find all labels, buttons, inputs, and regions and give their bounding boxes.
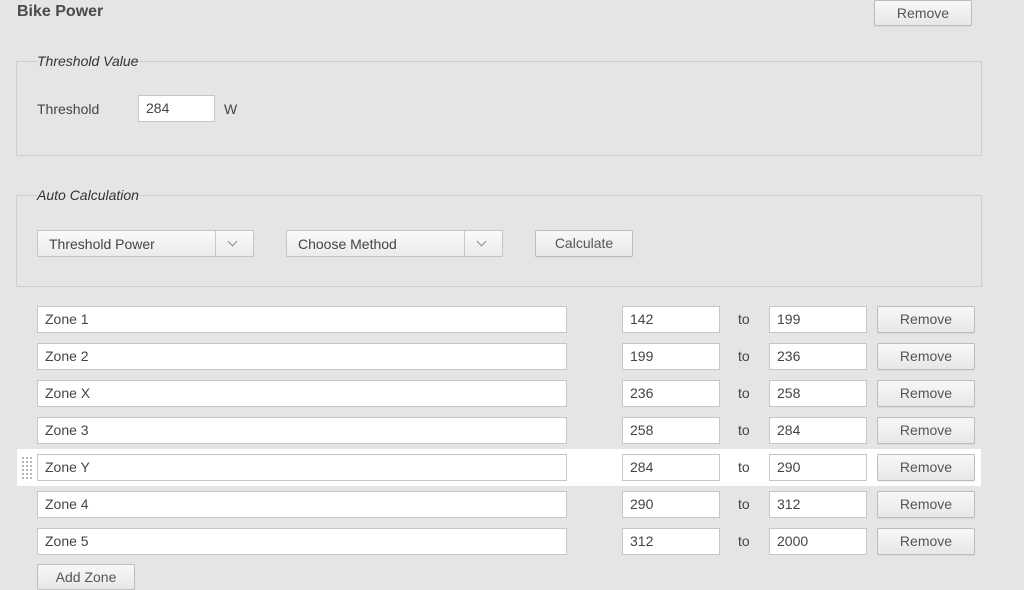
zone-to-label: to <box>738 422 750 438</box>
zone-to-label: to <box>738 385 750 401</box>
zone-to-label: to <box>738 459 750 475</box>
zone-to-input[interactable]: 2000 <box>769 528 867 555</box>
zone-row: Zone 2 199 to 236 Remove <box>17 338 981 375</box>
zone-row: Zone X 236 to 258 Remove <box>17 375 981 412</box>
threshold-label: Threshold <box>37 101 100 117</box>
add-zone-button[interactable]: Add Zone <box>37 564 135 590</box>
zone-row: Zone 4 290 to 312 Remove <box>17 486 981 523</box>
zone-remove-button[interactable]: Remove <box>877 380 975 407</box>
zone-name-input[interactable]: Zone 1 <box>37 306 567 333</box>
method-select-value: Choose Method <box>298 236 397 252</box>
drag-handle-icon[interactable] <box>21 456 33 480</box>
zone-to-label: to <box>738 348 750 364</box>
zone-name-input[interactable]: Zone 2 <box>37 343 567 370</box>
zone-to-input[interactable]: 199 <box>769 306 867 333</box>
auto-calculation-panel: Auto Calculation Threshold Power Choose … <box>16 187 982 287</box>
zone-to-input[interactable]: 236 <box>769 343 867 370</box>
page-title: Bike Power <box>17 3 104 20</box>
zone-name-input[interactable]: Zone 4 <box>37 491 567 518</box>
zone-row: Zone 1 142 to 199 Remove <box>17 301 981 338</box>
zone-name-input[interactable]: Zone X <box>37 380 567 407</box>
zone-row: Zone 3 258 to 284 Remove <box>17 412 981 449</box>
zone-from-input[interactable]: 236 <box>622 380 720 407</box>
zone-remove-button[interactable]: Remove <box>877 417 975 444</box>
chevron-down-icon <box>464 231 502 256</box>
zone-from-input[interactable]: 142 <box>622 306 720 333</box>
remove-sport-button[interactable]: Remove <box>874 0 972 26</box>
threshold-unit: W <box>224 101 238 117</box>
chevron-down-icon <box>215 231 253 256</box>
zone-to-input[interactable]: 258 <box>769 380 867 407</box>
zone-row: Zone Y 284 to 290 Remove <box>17 449 981 486</box>
zone-to-input[interactable]: 290 <box>769 454 867 481</box>
threshold-panel: Threshold Value Threshold 284 W <box>16 53 982 156</box>
auto-calculation-legend: Auto Calculation <box>37 187 139 203</box>
basis-select[interactable]: Threshold Power <box>37 230 254 257</box>
threshold-input[interactable]: 284 <box>138 95 215 122</box>
zone-from-input[interactable]: 199 <box>622 343 720 370</box>
zone-to-input[interactable]: 284 <box>769 417 867 444</box>
calculate-button[interactable]: Calculate <box>535 230 633 257</box>
zone-remove-button[interactable]: Remove <box>877 454 975 481</box>
zone-remove-button[interactable]: Remove <box>877 306 975 333</box>
zone-to-label: to <box>738 311 750 327</box>
zone-remove-button[interactable]: Remove <box>877 343 975 370</box>
zone-from-input[interactable]: 284 <box>622 454 720 481</box>
zone-from-input[interactable]: 290 <box>622 491 720 518</box>
zone-name-input[interactable]: Zone 5 <box>37 528 567 555</box>
method-select[interactable]: Choose Method <box>286 230 503 257</box>
zone-to-label: to <box>738 533 750 549</box>
zone-to-label: to <box>738 496 750 512</box>
basis-select-value: Threshold Power <box>49 236 155 252</box>
threshold-legend: Threshold Value <box>37 53 139 69</box>
zone-remove-button[interactable]: Remove <box>877 491 975 518</box>
zone-to-input[interactable]: 312 <box>769 491 867 518</box>
zone-from-input[interactable]: 312 <box>622 528 720 555</box>
zone-remove-button[interactable]: Remove <box>877 528 975 555</box>
zone-name-input[interactable]: Zone 3 <box>37 417 567 444</box>
zone-from-input[interactable]: 258 <box>622 417 720 444</box>
zone-row: Zone 5 312 to 2000 Remove <box>17 523 981 560</box>
zone-name-input[interactable]: Zone Y <box>37 454 567 481</box>
